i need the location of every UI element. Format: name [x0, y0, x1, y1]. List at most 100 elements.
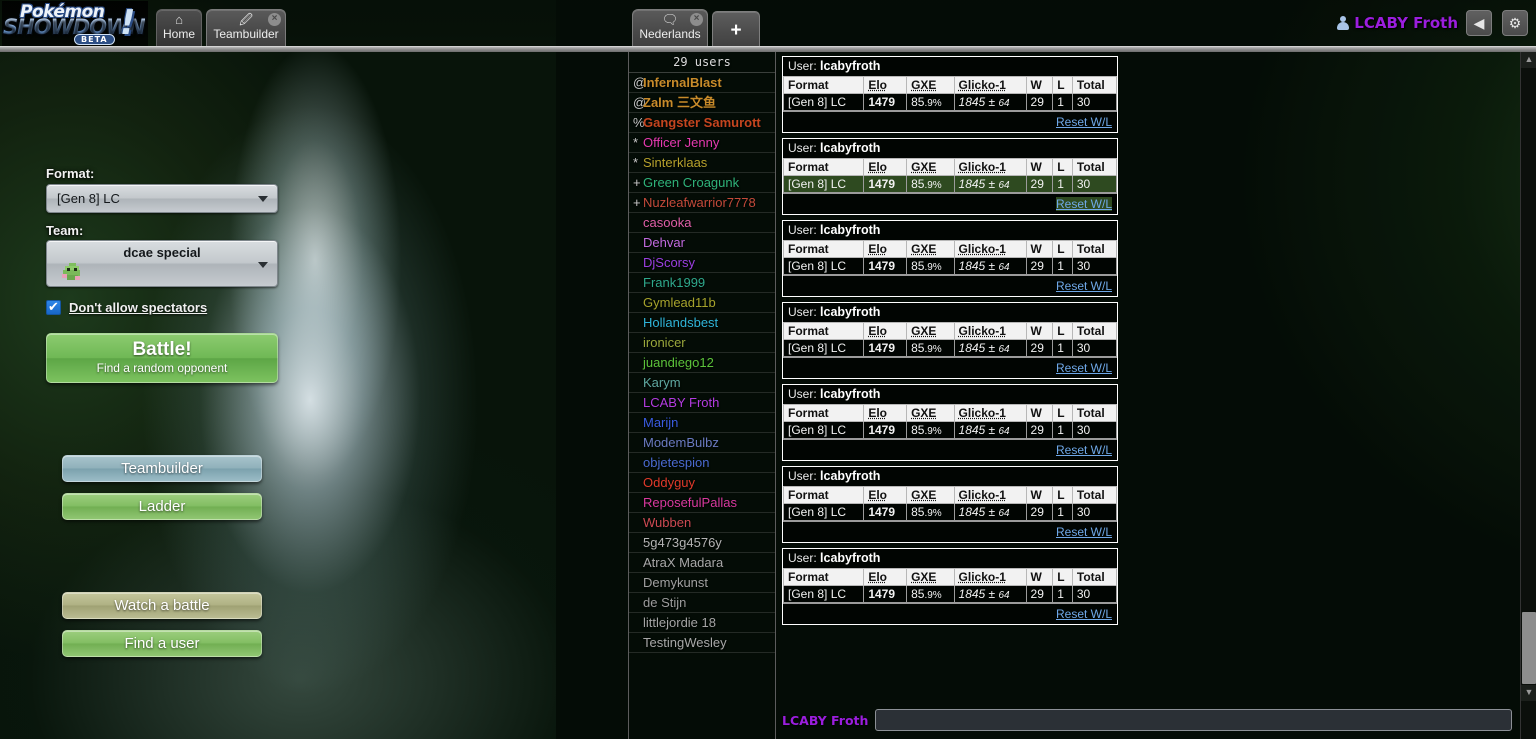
ladder-cell-gxe: 85.9%: [907, 504, 954, 521]
scrollbar-thumb[interactable]: [1522, 612, 1536, 684]
userlist-item[interactable]: ironicer: [629, 333, 775, 353]
ladder-column-header[interactable]: Elo: [864, 77, 907, 94]
userlist-item[interactable]: ReposefulPallas: [629, 493, 775, 513]
userlist-item[interactable]: Gymlead11b: [629, 293, 775, 313]
userlist-item-name: Karym: [643, 375, 681, 390]
ladder-cell-losses: 1: [1053, 586, 1073, 603]
ladder-button[interactable]: Ladder: [62, 493, 262, 520]
ladder-column-header[interactable]: GXE: [907, 159, 954, 176]
spectators-checkbox[interactable]: [46, 300, 61, 315]
scrollbar-down-arrow[interactable]: ▼: [1521, 685, 1536, 701]
ladder-column-header[interactable]: Elo: [864, 159, 907, 176]
userlist-item[interactable]: objetespion: [629, 453, 775, 473]
ladder-column-header[interactable]: Glicko-1: [954, 405, 1026, 422]
userlist-item[interactable]: Marijn: [629, 413, 775, 433]
userlist-item[interactable]: 5g473g4576y: [629, 533, 775, 553]
userlist-item[interactable]: Oddyguy: [629, 473, 775, 493]
ladder-column-header[interactable]: Glicko-1: [954, 487, 1026, 504]
ladder-rating-block: User: lcabyfrothFormatEloGXEGlicko-1WLTo…: [782, 302, 1118, 379]
ladder-column-header[interactable]: GXE: [907, 241, 954, 258]
ladder-column-header[interactable]: Glicko-1: [954, 77, 1026, 94]
ladder-column-header: Total: [1072, 323, 1116, 340]
speaker-icon[interactable]: ◀: [1466, 10, 1492, 36]
userlist-panel[interactable]: 29 users @InfernalBlast@Zalm 三文鱼%Gangste…: [628, 52, 776, 739]
reset-wl-link[interactable]: Reset W/L: [1056, 607, 1112, 621]
ladder-reset-row: Reset W/L: [783, 521, 1117, 542]
ladder-column-header[interactable]: Elo: [864, 569, 907, 586]
userlist-item[interactable]: Wubben: [629, 513, 775, 533]
user-account[interactable]: LCABY Froth: [1337, 10, 1458, 36]
tab-teambuilder-close-icon[interactable]: ×: [268, 13, 281, 26]
userlist-item[interactable]: DjScorsy: [629, 253, 775, 273]
userlist-item[interactable]: @Zalm 三文鱼: [629, 93, 775, 113]
userlist-item[interactable]: *Officer Jenny: [629, 133, 775, 153]
userlist-item[interactable]: littlejordie 18: [629, 613, 775, 633]
ladder-cell-gxe-decimal: .9%: [924, 98, 941, 109]
ladder-column-header[interactable]: Elo: [864, 241, 907, 258]
reset-wl-link[interactable]: Reset W/L: [1056, 361, 1112, 375]
userlist-item[interactable]: Hollandsbest: [629, 313, 775, 333]
reset-wl-link[interactable]: Reset W/L: [1056, 197, 1112, 211]
userlist-item[interactable]: @InfernalBlast: [629, 73, 775, 93]
ladder-block-user-prefix: User:: [788, 59, 820, 73]
userlist-item[interactable]: %Gangster Samurott: [629, 113, 775, 133]
userlist-item[interactable]: Dehvar: [629, 233, 775, 253]
watch-battle-button[interactable]: Watch a battle: [62, 592, 262, 619]
teambuilder-button[interactable]: Teambuilder: [62, 455, 262, 482]
userlist-item[interactable]: Frank1999: [629, 273, 775, 293]
userlist-item[interactable]: +Green Croagunk: [629, 173, 775, 193]
chat-scrollbar[interactable]: ▲ ▼: [1520, 52, 1536, 739]
ladder-column-header[interactable]: GXE: [907, 569, 954, 586]
userlist-item[interactable]: AtraX Madara: [629, 553, 775, 573]
ladder-column-header[interactable]: GXE: [907, 487, 954, 504]
ladder-column-header[interactable]: GXE: [907, 77, 954, 94]
spectators-label: Don't allow spectators: [69, 300, 207, 315]
ladder-column-header[interactable]: Glicko-1: [954, 323, 1026, 340]
team-select[interactable]: dcae special: [46, 240, 278, 287]
app-logo[interactable]: Pokémon SHOWDOWN SHOWDOWN BETA !: [2, 1, 148, 47]
reset-wl-link[interactable]: Reset W/L: [1056, 525, 1112, 539]
userlist-item[interactable]: juandiego12: [629, 353, 775, 373]
ladder-cell-gxe: 85.9%: [907, 258, 954, 275]
ladder-column-header[interactable]: Elo: [864, 405, 907, 422]
userlist-item[interactable]: TestingWesley: [629, 633, 775, 653]
format-select[interactable]: [Gen 8] LC: [46, 184, 278, 213]
add-tab-button[interactable]: +: [712, 11, 760, 47]
find-user-button[interactable]: Find a user: [62, 630, 262, 657]
userlist-item[interactable]: Demykunst: [629, 573, 775, 593]
reset-wl-link[interactable]: Reset W/L: [1056, 279, 1112, 293]
battle-button[interactable]: Battle! Find a random opponent: [46, 333, 278, 383]
gear-icon[interactable]: ⚙: [1502, 10, 1528, 36]
reset-wl-link[interactable]: Reset W/L: [1056, 115, 1112, 129]
userlist-item[interactable]: *Sinterklaas: [629, 153, 775, 173]
ladder-column-header[interactable]: Elo: [864, 323, 907, 340]
tab-home[interactable]: ⌂ Home: [156, 9, 202, 47]
scrollbar-up-arrow[interactable]: ▲: [1521, 52, 1536, 68]
userlist-item[interactable]: casooka: [629, 213, 775, 233]
ladder-column-header[interactable]: Glicko-1: [954, 241, 1026, 258]
chat-input[interactable]: [875, 709, 1512, 731]
userlist-item[interactable]: ModemBulbz: [629, 433, 775, 453]
ladder-cell-glicko-deviation: 64: [998, 590, 1009, 601]
userlist-item[interactable]: de Stijn: [629, 593, 775, 613]
ladder-cell-gxe-decimal: .9%: [924, 262, 941, 273]
ladder-column-header: Format: [784, 405, 864, 422]
spectators-checkbox-row[interactable]: Don't allow spectators: [46, 300, 207, 315]
tab-nederlands[interactable]: 🗨 Nederlands ×: [632, 9, 708, 47]
ladder-cell-glicko: 1845 ± 64: [954, 94, 1026, 111]
userlist-item[interactable]: LCABY Froth: [629, 393, 775, 413]
ladder-column-header[interactable]: Glicko-1: [954, 159, 1026, 176]
userlist-item[interactable]: Karym: [629, 373, 775, 393]
ladder-column-header[interactable]: GXE: [907, 323, 954, 340]
tab-teambuilder[interactable]: 🖉 Teambuilder ×: [206, 9, 286, 47]
userlist-item[interactable]: +Nuzleafwarrior7778: [629, 193, 775, 213]
tab-nederlands-close-icon[interactable]: ×: [690, 13, 703, 26]
ladder-cell-losses: 1: [1053, 258, 1073, 275]
ladder-column-header[interactable]: Elo: [864, 487, 907, 504]
userlist-item-group: @: [633, 73, 643, 92]
ladder-column-header[interactable]: GXE: [907, 405, 954, 422]
ladder-column-header[interactable]: Glicko-1: [954, 569, 1026, 586]
ladder-reset-row: Reset W/L: [783, 439, 1117, 460]
ladder-rating-block: User: lcabyfrothFormatEloGXEGlicko-1WLTo…: [782, 384, 1118, 461]
reset-wl-link[interactable]: Reset W/L: [1056, 443, 1112, 457]
